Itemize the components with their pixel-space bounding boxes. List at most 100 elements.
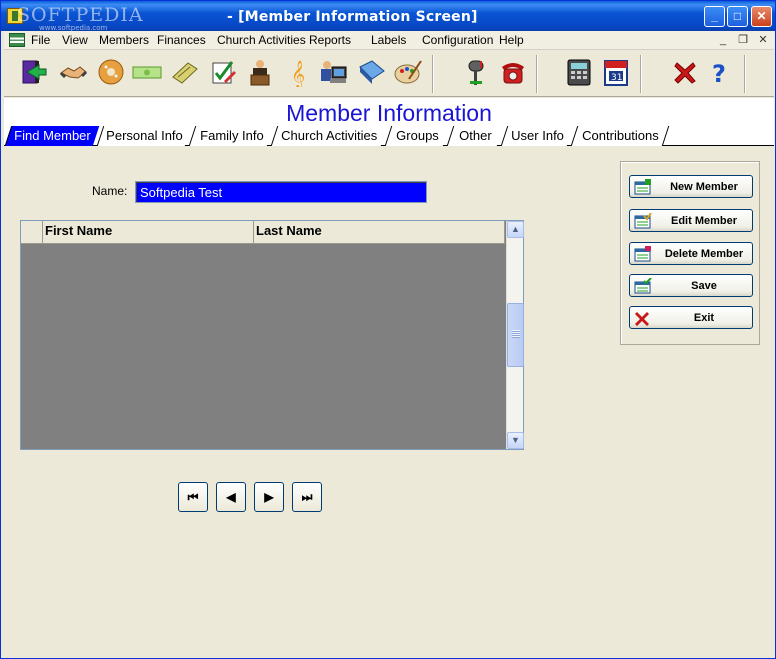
save-label: Save [691, 280, 717, 292]
row-selector-header[interactable] [21, 221, 43, 244]
paint-palette-icon[interactable] [393, 57, 423, 87]
mdi-minimize-button[interactable]: _ [716, 33, 730, 47]
pastor-icon[interactable] [245, 57, 275, 87]
menu-file[interactable]: File [31, 33, 50, 47]
svg-text:31: 31 [611, 73, 622, 83]
column-divider[interactable] [504, 221, 505, 244]
toolbar-separator [432, 55, 434, 93]
tab-contributions[interactable]: Contributions [570, 126, 670, 146]
close-x-icon[interactable] [670, 57, 700, 87]
tab-other[interactable]: Other [446, 126, 504, 146]
donut-icon[interactable] [96, 57, 126, 87]
edit-record-icon [634, 213, 652, 229]
edit-member-button[interactable]: Edit Member [629, 209, 753, 232]
tab-family-info[interactable]: Family Info [188, 126, 274, 146]
toolbar: 𝄞 31 ? [4, 51, 774, 97]
menu-reports[interactable]: Reports [309, 33, 351, 47]
column-divider[interactable] [253, 221, 254, 244]
document-icon[interactable] [9, 33, 25, 47]
save-record-icon [634, 278, 652, 294]
computer-user-icon[interactable] [318, 57, 348, 87]
exit-door-icon[interactable] [19, 57, 49, 87]
name-search-input[interactable]: Softpedia Test [135, 181, 427, 203]
grid-header: First Name Last Name [21, 221, 505, 244]
money-bill-icon[interactable] [132, 57, 162, 87]
save-button[interactable]: Save [629, 274, 753, 297]
action-panel: New Member Edit Member Delete Member Sav… [620, 161, 760, 345]
music-note-icon[interactable]: 𝄞 [283, 57, 313, 89]
edit-member-label: Edit Member [670, 215, 737, 227]
find-member-panel: Name: Softpedia Test First Name Last Nam… [4, 147, 774, 657]
close-x-icon [635, 312, 649, 326]
help-icon[interactable]: ? [705, 57, 735, 88]
telephone-icon[interactable] [498, 57, 528, 87]
window-title: - [Member Information Screen] [227, 9, 478, 25]
heading-band: Member Information [4, 98, 774, 126]
previous-record-button[interactable]: ◀ [216, 482, 246, 512]
menu-labels[interactable]: Labels [371, 33, 406, 47]
exit-button[interactable]: Exit [629, 306, 753, 329]
tab-label: Family Info [199, 128, 264, 143]
status-strip [4, 655, 774, 658]
scroll-up-button[interactable]: ▲ [507, 221, 524, 238]
delete-member-label: Delete Member [664, 248, 744, 260]
svg-text:?: ? [712, 60, 726, 87]
first-record-button[interactable]: ⏮ [178, 482, 208, 512]
member-grid[interactable]: First Name Last Name ▲ ▼ [20, 220, 524, 450]
menu-view[interactable]: View [62, 33, 88, 47]
tab-label: Other [459, 128, 492, 143]
tab-strip: Find Member Personal Info Family Info Ch… [4, 125, 774, 146]
calculator-icon[interactable] [564, 57, 594, 87]
tab-church-activities[interactable]: Church Activities [270, 126, 388, 146]
menu-help[interactable]: Help [499, 33, 524, 47]
tab-user-info[interactable]: User Info [500, 126, 574, 146]
new-record-icon [634, 179, 651, 195]
grid-vertical-scrollbar[interactable]: ▲ ▼ [506, 221, 524, 449]
tab-label: Church Activities [281, 128, 378, 143]
checklist-icon[interactable] [208, 57, 238, 87]
calendar-icon[interactable]: 31 [601, 57, 631, 87]
menu-bar: File View Members Finances Church Activi… [4, 31, 774, 50]
delete-record-icon [634, 246, 651, 262]
column-last-name[interactable]: Last Name [256, 223, 322, 238]
toolbar-separator [744, 55, 746, 93]
mailbox-icon[interactable] [462, 57, 492, 87]
close-button[interactable]: ✕ [751, 6, 772, 27]
tab-find-member[interactable]: Find Member [4, 126, 100, 146]
page-title: Member Information [286, 100, 492, 126]
menu-church-activities[interactable]: Church Activities [217, 33, 306, 47]
svg-text:𝄞: 𝄞 [291, 60, 305, 87]
next-record-button[interactable]: ▶ [254, 482, 284, 512]
tab-label: Find Member [14, 128, 91, 143]
mdi-restore-button[interactable]: ❐ [736, 33, 750, 47]
scroll-down-button[interactable]: ▼ [507, 432, 524, 449]
new-member-label: New Member [670, 181, 738, 193]
watermark: SOFTPEDIA [17, 4, 144, 26]
exit-label: Exit [693, 312, 715, 324]
tab-label: Personal Info [106, 128, 183, 143]
name-label: Name: [92, 184, 128, 198]
title-bar[interactable]: SOFTPEDIA www.softpedia.com - [Member In… [1, 1, 775, 32]
minimize-button[interactable]: _ [704, 6, 725, 27]
tab-label: Contributions [581, 128, 659, 143]
delete-member-button[interactable]: Delete Member [629, 242, 753, 265]
maximize-button[interactable]: □ [727, 6, 748, 27]
mdi-close-button[interactable]: ✕ [756, 33, 770, 47]
app-window: SOFTPEDIA www.softpedia.com - [Member In… [0, 0, 776, 659]
menu-finances[interactable]: Finances [157, 33, 206, 47]
tab-personal-info[interactable]: Personal Info [96, 126, 192, 146]
scroll-thumb[interactable] [507, 303, 524, 367]
book-icon[interactable] [356, 57, 386, 87]
menu-configuration[interactable]: Configuration [422, 33, 493, 47]
toolbar-separator [640, 55, 642, 93]
tab-label: User Info [511, 128, 565, 143]
tab-groups[interactable]: Groups [384, 126, 450, 146]
menu-members[interactable]: Members [99, 33, 149, 47]
toolbar-separator [536, 55, 538, 93]
column-first-name[interactable]: First Name [45, 223, 112, 238]
last-record-button[interactable]: ⏭ [292, 482, 322, 512]
tab-label: Groups [396, 128, 439, 143]
envelope-pen-icon[interactable] [170, 57, 200, 87]
handshake-icon[interactable] [58, 57, 88, 87]
new-member-button[interactable]: New Member [629, 175, 753, 198]
